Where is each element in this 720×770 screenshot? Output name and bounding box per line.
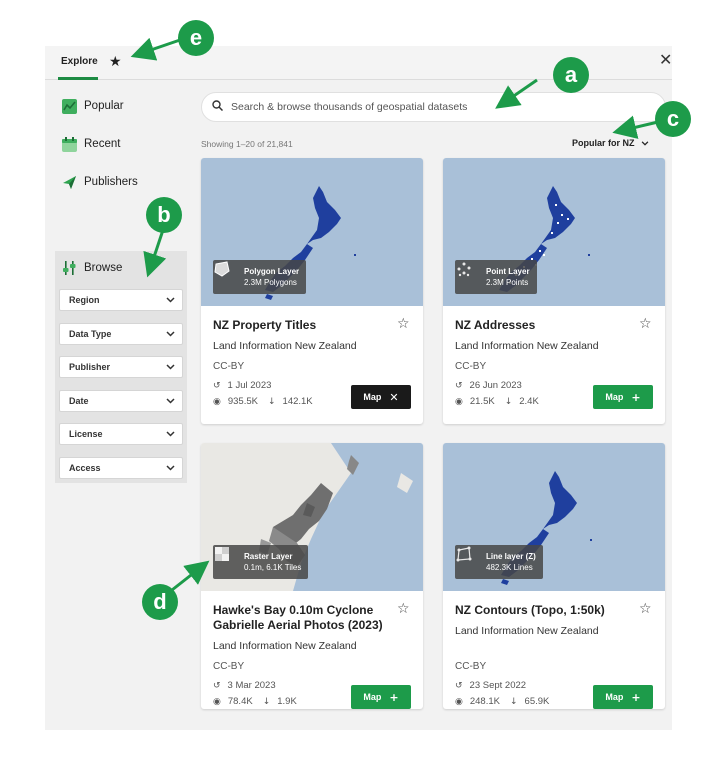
- arrow-a: [495, 78, 538, 109]
- callout-c: c: [655, 101, 691, 137]
- arrow-d: [171, 560, 210, 592]
- callout-d: d: [142, 584, 178, 620]
- annotation-arrows: [130, 37, 659, 592]
- callout-b: b: [146, 197, 182, 233]
- arrow-c: [612, 115, 659, 139]
- callout-e: e: [178, 20, 214, 56]
- arrow-e: [130, 37, 181, 61]
- callout-a: a: [553, 57, 589, 93]
- arrow-b: [143, 229, 167, 278]
